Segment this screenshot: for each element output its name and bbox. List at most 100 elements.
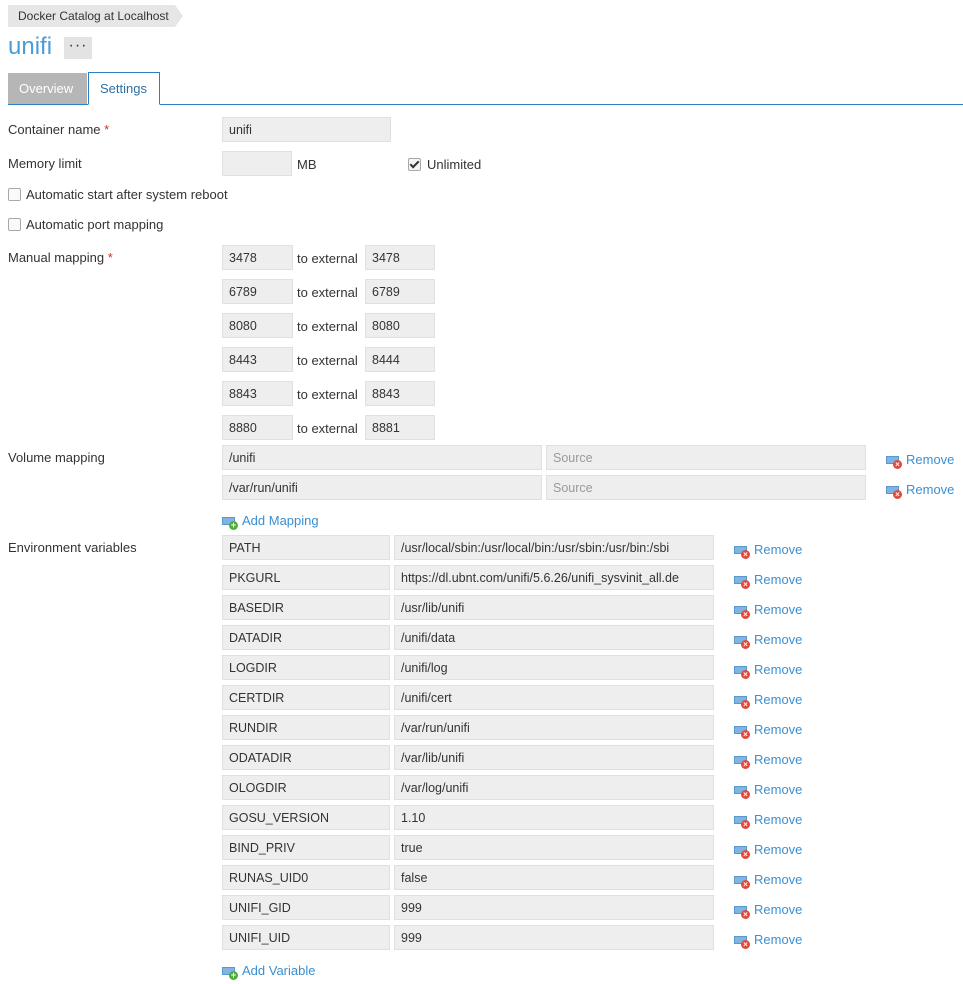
env-name-input[interactable]: PKGURL (222, 565, 390, 590)
env-name-input[interactable]: GOSU_VERSION (222, 805, 390, 830)
auto-start-checkbox[interactable] (8, 188, 21, 201)
env-value-input[interactable]: /unifi/log (394, 655, 714, 680)
auto-port-checkbox[interactable] (8, 218, 21, 231)
remove-icon: × (734, 604, 750, 619)
remove-label: Remove (754, 602, 803, 617)
remove-label: Remove (906, 482, 955, 497)
internal-port-input[interactable]: 3478 (222, 245, 293, 270)
to-external-label: to external (297, 285, 358, 300)
env-value-input[interactable]: /var/lib/unifi (394, 745, 714, 770)
volume-source-input[interactable]: Source (546, 445, 866, 470)
remove-icon: × (734, 844, 750, 859)
page-title: unifi (8, 33, 53, 60)
to-external-label: to external (297, 319, 358, 334)
to-external-label: to external (297, 353, 358, 368)
remove-button[interactable]: × Remove (734, 662, 803, 679)
env-value-input[interactable]: /var/run/unifi (394, 715, 714, 740)
env-value-input[interactable]: 999 (394, 925, 714, 950)
env-name-input[interactable]: UNIFI_GID (222, 895, 390, 920)
internal-port-input[interactable]: 6789 (222, 279, 293, 304)
internal-port-input[interactable]: 8843 (222, 381, 293, 406)
remove-button[interactable]: × Remove (734, 842, 802, 859)
env-name-input[interactable]: UNIFI_UID (222, 925, 390, 950)
add-variable-button[interactable]: + Add Variable (222, 963, 316, 980)
remove-button[interactable]: × Remove (734, 542, 802, 559)
unlimited-checkbox[interactable] (408, 158, 421, 171)
remove-button[interactable]: × Remove (734, 872, 803, 889)
env-name-input[interactable]: BASEDIR (222, 595, 390, 620)
external-port-input[interactable]: 3478 (365, 245, 435, 270)
env-value-input[interactable]: /unifi/cert (394, 685, 714, 710)
remove-label: Remove (754, 572, 803, 587)
tab-settings[interactable]: Settings (88, 72, 160, 105)
env-name-input[interactable]: RUNAS_UID0 (222, 865, 390, 890)
manual-mapping-label-text: Manual mapping (8, 250, 105, 265)
env-name-input[interactable]: PATH (222, 535, 390, 560)
volume-mapping-label: Volume mapping (8, 450, 105, 465)
env-value-input[interactable]: true (394, 835, 714, 860)
remove-button[interactable]: × Remove (886, 452, 955, 469)
add-mapping-button[interactable]: + Add Mapping (222, 513, 319, 530)
remove-icon: × (734, 664, 750, 679)
env-value-input[interactable]: 999 (394, 895, 714, 920)
remove-button[interactable]: × Remove (734, 932, 802, 949)
env-name-input[interactable]: BIND_PRIV (222, 835, 390, 860)
remove-label: Remove (906, 452, 955, 467)
external-port-input[interactable]: 8080 (365, 313, 435, 338)
remove-button[interactable]: × Remove (734, 632, 803, 649)
env-name-input[interactable]: LOGDIR (222, 655, 390, 680)
to-external-label: to external (297, 421, 358, 436)
env-name-input[interactable]: OLOGDIR (222, 775, 390, 800)
remove-button[interactable]: × Remove (734, 692, 802, 709)
external-port-input[interactable]: 8444 (365, 347, 435, 372)
remove-button[interactable]: × Remove (734, 602, 803, 619)
remove-button[interactable]: × Remove (734, 572, 803, 589)
to-external-label: to external (297, 251, 358, 266)
add-variable-label: Add Variable (242, 963, 316, 978)
external-port-input[interactable]: 8881 (365, 415, 435, 440)
remove-label: Remove (754, 902, 803, 917)
remove-icon: × (734, 724, 750, 739)
container-name-input[interactable]: unifi (222, 117, 391, 142)
env-value-input[interactable]: 1.10 (394, 805, 714, 830)
env-value-input[interactable]: /unifi/data (394, 625, 714, 650)
remove-button[interactable]: × Remove (886, 482, 955, 499)
volume-target-input[interactable]: /var/run/unifi (222, 475, 542, 500)
auto-port-label: Automatic port mapping (26, 217, 164, 232)
remove-button[interactable]: × Remove (734, 782, 802, 799)
env-value-input[interactable]: /usr/lib/unifi (394, 595, 714, 620)
remove-label: Remove (754, 632, 803, 647)
external-port-input[interactable]: 8843 (365, 381, 435, 406)
env-name-input[interactable]: CERTDIR (222, 685, 390, 710)
remove-button[interactable]: × Remove (734, 722, 802, 739)
remove-icon: × (734, 784, 750, 799)
remove-label: Remove (754, 872, 803, 887)
env-value-input[interactable]: /usr/local/sbin:/usr/local/bin:/usr/sbin… (394, 535, 714, 560)
breadcrumb[interactable]: Docker Catalog at Localhost (8, 5, 183, 27)
internal-port-input[interactable]: 8880 (222, 415, 293, 440)
remove-icon: × (886, 454, 902, 469)
env-name-input[interactable]: ODATADIR (222, 745, 390, 770)
more-actions-button[interactable]: ··· (64, 37, 92, 59)
internal-port-input[interactable]: 8443 (222, 347, 293, 372)
required-marker: * (104, 122, 110, 137)
volume-target-input[interactable]: /unifi (222, 445, 542, 470)
env-value-input[interactable]: false (394, 865, 714, 890)
remove-button[interactable]: × Remove (734, 902, 803, 919)
manual-mapping-label: Manual mapping * (8, 250, 113, 265)
env-value-input[interactable]: /var/log/unifi (394, 775, 714, 800)
remove-icon: × (734, 874, 750, 889)
remove-label: Remove (754, 662, 803, 677)
volume-source-input[interactable]: Source (546, 475, 866, 500)
tab-overview[interactable]: Overview (8, 73, 87, 104)
memory-limit-input[interactable] (222, 151, 292, 176)
external-port-input[interactable]: 6789 (365, 279, 435, 304)
remove-button[interactable]: × Remove (734, 752, 802, 769)
env-name-input[interactable]: RUNDIR (222, 715, 390, 740)
remove-button[interactable]: × Remove (734, 812, 802, 829)
env-value-input[interactable]: https://dl.ubnt.com/unifi/5.6.26/unifi_s… (394, 565, 714, 590)
remove-icon: × (734, 934, 750, 949)
internal-port-input[interactable]: 8080 (222, 313, 293, 338)
env-name-input[interactable]: DATADIR (222, 625, 390, 650)
remove-icon: × (734, 814, 750, 829)
